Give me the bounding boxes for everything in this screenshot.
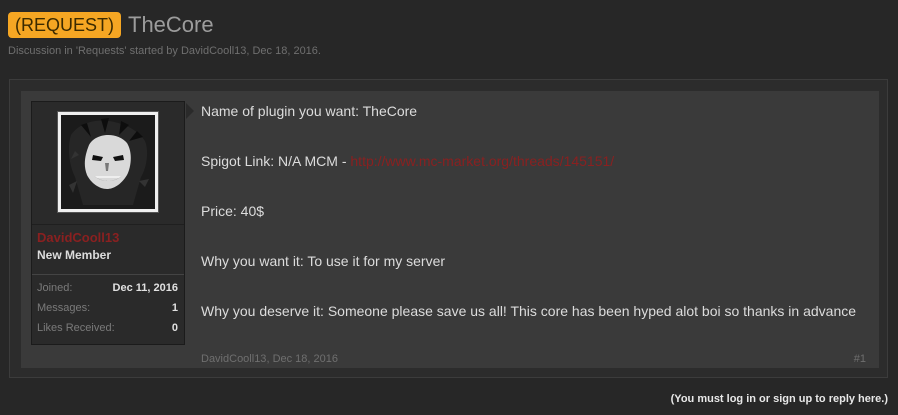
post-container: DavidCooll13 New Member Joined: Dec 11, … [9,79,888,378]
stat-joined: Joined: Dec 11, 2016 [32,278,184,298]
reply-login-note[interactable]: (You must log in or sign up to reply her… [671,393,888,405]
stat-messages: Messages: 1 [32,298,184,318]
mcm-link[interactable]: http://www.mc-market.org/threads/145151/ [350,153,614,169]
title-row: (REQUEST) TheCore [8,10,890,40]
avatar[interactable] [57,111,159,213]
post-footer: DavidCooll13, Dec 18, 2016 #1 [201,353,866,365]
post-permalink[interactable]: #1 [854,353,866,365]
joker-avatar-icon [61,115,155,209]
post: DavidCooll13 New Member Joined: Dec 11, … [21,91,879,368]
thread-meta: Discussion in 'Requests' started by Davi… [8,45,321,57]
stat-likes: Likes Received: 0 [32,318,184,338]
user-stats: Joined: Dec 11, 2016 Messages: 1 Likes R… [32,274,184,338]
thread-title: TheCore [128,12,214,37]
message-line: Price: 40$ [201,203,265,219]
message-line: Name of plugin you want: TheCore [201,103,418,119]
stat-value: 0 [171,322,178,334]
stat-label: Likes Received: [37,322,115,334]
thread-header: (REQUEST) TheCore Discussion in 'Request… [8,10,890,57]
stat-value[interactable]: 1 [172,298,178,318]
stat-value: Dec 11, 2016 [112,282,178,294]
speech-arrow [186,103,194,119]
user-card: DavidCooll13 New Member Joined: Dec 11, … [31,101,185,345]
thread-prefix-badge[interactable]: (REQUEST) [8,12,121,38]
message-line: Why you want it: To use it for my server [201,253,446,269]
user-title: New Member [37,248,112,262]
post-message: Name of plugin you want: TheCore Spigot … [201,99,867,349]
card-divider [32,224,184,225]
message-line: Spigot Link: N/A MCM - http://www.mc-mar… [201,149,867,174]
stat-label: Messages: [37,302,91,314]
message-line: Why you deserve it: Someone please save … [201,303,857,319]
stat-label: Joined: [37,282,73,294]
spigot-link-label: Spigot Link: N/A MCM - [201,153,351,169]
footer-author-link[interactable]: DavidCooll13 [201,353,266,365]
footer-date-link[interactable]: Dec 18, 2016 [273,353,338,365]
post-byline: DavidCooll13, Dec 18, 2016 [201,353,338,365]
username-link[interactable]: DavidCooll13 [37,230,119,245]
